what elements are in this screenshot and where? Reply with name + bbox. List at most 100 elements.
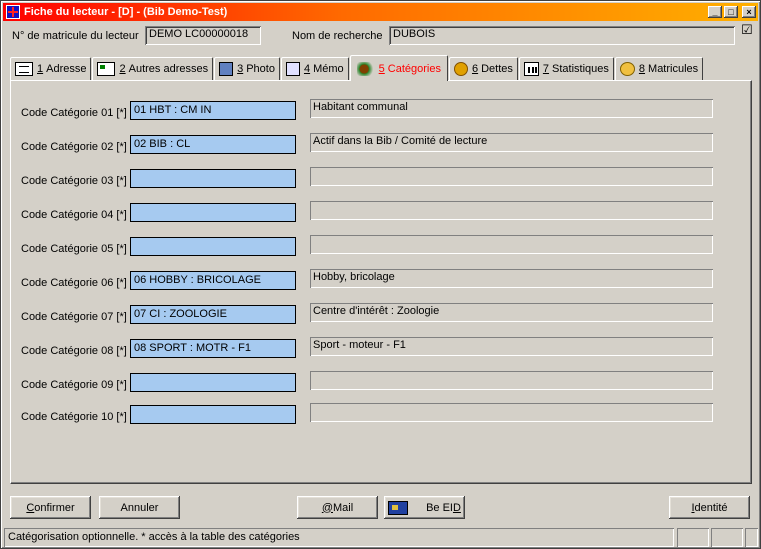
category-label: Code Catégorie 04 [*]	[21, 209, 127, 221]
tab-categories[interactable]: 5 Catégories	[349, 55, 448, 81]
category-code-input-07[interactable]: 07 CI : ZOOLOGIE	[130, 305, 296, 324]
other-addresses-icon	[97, 62, 116, 76]
category-row: Code Catégorie 03 [*]	[11, 167, 751, 191]
tab-label: Dettes	[481, 63, 513, 75]
maximize-button[interactable]: □	[724, 6, 738, 18]
category-label: Code Catégorie 01 [*]	[21, 107, 127, 119]
category-label: Code Catégorie 06 [*]	[21, 277, 127, 289]
tab-number: 7	[542, 63, 550, 75]
mail-button-label: Mail	[333, 501, 354, 514]
status-text: Catégorisation optionnelle. * accès à la…	[4, 528, 674, 547]
categories-icon	[356, 61, 375, 76]
tab-label: Autres adresses	[128, 63, 209, 75]
category-label: Code Catégorie 05 [*]	[21, 243, 127, 255]
be-eid-button[interactable]: Be EI D	[384, 496, 465, 519]
category-code-input-01[interactable]: 01 HBT : CM IN	[130, 101, 296, 120]
cancel-button-label: Annuler	[120, 501, 159, 514]
title-bar[interactable]: Fiche du lecteur - [D] - (Bib Demo-Test)…	[3, 3, 758, 21]
category-label: Code Catégorie 03 [*]	[21, 175, 127, 187]
category-description-07: Centre d'intérêt : Zoologie	[310, 303, 713, 322]
tab-photo[interactable]: 3 Photo	[214, 57, 280, 80]
minimize-button[interactable]: _	[708, 6, 722, 18]
category-row: Code Catégorie 09 [*]	[11, 371, 751, 395]
category-row: Code Catégorie 08 [*] 08 SPORT : MOTR - …	[11, 337, 751, 361]
resize-grip[interactable]	[745, 528, 758, 547]
category-code-input-05[interactable]	[130, 237, 296, 256]
matricule-label: N° de matricule du lecteur	[12, 30, 139, 42]
statistics-icon	[523, 62, 539, 76]
category-row: Code Catégorie 10 [*]	[11, 403, 751, 427]
category-description-08: Sport - moteur - F1	[310, 337, 713, 356]
category-description-05	[310, 235, 713, 254]
tab-number: 6	[471, 63, 479, 75]
category-code-input-04[interactable]	[130, 203, 296, 222]
category-row: Code Catégorie 06 [*] 06 HOBBY : BRICOLA…	[11, 269, 751, 293]
app-icon[interactable]	[6, 5, 20, 19]
tab-dettes[interactable]: 6 Dettes	[448, 57, 518, 80]
confirm-button[interactable]: Confirmer	[10, 496, 91, 519]
category-row: Code Catégorie 05 [*]	[11, 235, 751, 259]
tab-statistiques[interactable]: 7 Statistiques	[518, 57, 614, 80]
tab-label: Catégories	[387, 62, 441, 75]
tab-label: Statistiques	[552, 63, 609, 75]
coin-icon	[453, 62, 468, 76]
category-row: Code Catégorie 02 [*] 02 BIB : CL Actif …	[11, 133, 751, 157]
category-description-09	[310, 371, 713, 390]
category-code-input-06[interactable]: 06 HOBBY : BRICOLAGE	[130, 271, 296, 290]
tab-label: Matricules	[648, 63, 699, 75]
cancel-button[interactable]: Annuler	[99, 496, 180, 519]
search-name-label: Nom de recherche	[292, 30, 383, 42]
tab-adresse[interactable]: 1 Adresse	[10, 57, 92, 80]
window-title: Fiche du lecteur - [D] - (Bib Demo-Test)	[24, 6, 228, 18]
tab-number: 3	[237, 63, 244, 75]
category-code-input-08[interactable]: 08 SPORT : MOTR - F1	[130, 339, 296, 358]
category-row: Code Catégorie 07 [*] 07 CI : ZOOLOGIE C…	[11, 303, 751, 327]
status-cell	[677, 528, 709, 547]
identity-button[interactable]: Identité	[669, 496, 750, 519]
identity-button-label: dentité	[694, 501, 728, 514]
category-description-10	[310, 403, 713, 422]
category-code-input-03[interactable]	[130, 169, 296, 188]
mail-button-accel: @	[321, 501, 333, 514]
category-code-input-02[interactable]: 02 BIB : CL	[130, 135, 296, 154]
photo-icon	[219, 62, 234, 76]
confirm-button-accel: C	[26, 501, 35, 514]
tab-number: 4	[303, 63, 311, 75]
status-bar: Catégorisation optionnelle. * accès à la…	[4, 528, 758, 547]
be-eid-button-label: Be EI	[426, 501, 453, 514]
tab-label: Adresse	[46, 63, 87, 75]
mail-button[interactable]: @ Mail	[297, 496, 378, 519]
confirm-button-label: onfirmer	[34, 501, 75, 514]
status-cell	[711, 528, 743, 547]
category-description-06: Hobby, bricolage	[310, 269, 713, 288]
close-button[interactable]: ×	[742, 6, 756, 18]
category-code-input-10[interactable]	[130, 405, 296, 424]
be-eid-button-accel: D	[452, 501, 461, 514]
category-code-input-09[interactable]	[130, 373, 296, 392]
address-card-icon	[15, 62, 33, 76]
tab-number: 8	[638, 63, 646, 75]
category-label: Code Catégorie 07 [*]	[21, 311, 127, 323]
tab-memo[interactable]: 4 Mémo	[280, 57, 349, 80]
matricules-icon	[619, 62, 635, 76]
id-card-icon	[388, 500, 409, 515]
tab-autres-adresses[interactable]: 2 Autres adresses	[92, 57, 214, 80]
tab-bar: 1 Adresse 2 Autres adresses 3 Photo 4 Mé…	[10, 55, 704, 81]
category-label: Code Catégorie 02 [*]	[21, 141, 127, 153]
tab-number: 5	[378, 62, 385, 75]
tab-number: 2	[119, 63, 126, 75]
memo-icon	[285, 62, 300, 76]
matricule-field[interactable]: DEMO LC00000018	[145, 26, 261, 45]
category-label: Code Catégorie 10 [*]	[21, 411, 127, 423]
category-row: Code Catégorie 01 [*] 01 HBT : CM IN Hab…	[11, 99, 751, 123]
category-label: Code Catégorie 09 [*]	[21, 379, 127, 391]
category-row: Code Catégorie 04 [*]	[11, 201, 751, 225]
search-name-field[interactable]: DUBOIS	[389, 26, 735, 45]
tab-matricules[interactable]: 8 Matricules	[614, 57, 704, 80]
reader-record-window: Fiche du lecteur - [D] - (Bib Demo-Test)…	[0, 0, 761, 549]
categories-panel: Code Catégorie 01 [*] 01 HBT : CM IN Hab…	[10, 80, 752, 484]
tab-label: Mémo	[313, 63, 344, 75]
category-description-01: Habitant communal	[310, 99, 713, 118]
category-label: Code Catégorie 08 [*]	[21, 345, 127, 357]
checkbox-icon[interactable]: ☑	[741, 23, 754, 36]
